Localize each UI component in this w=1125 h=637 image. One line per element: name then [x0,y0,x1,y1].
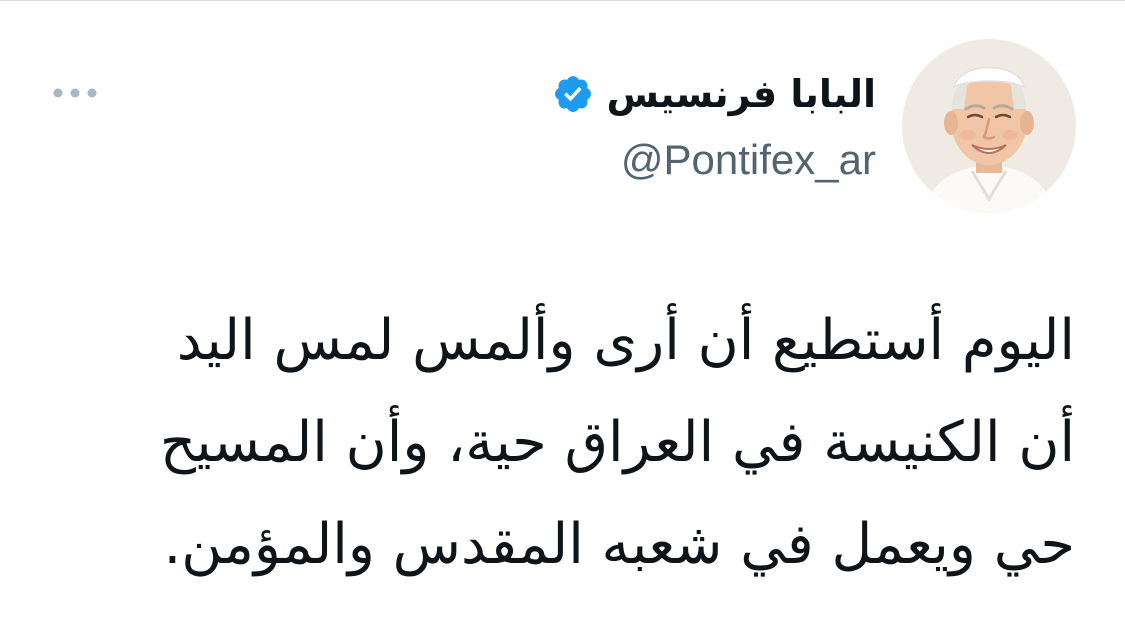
more-horizontal-icon [53,88,97,98]
author-name-row[interactable]: البابا فرنسيس [552,66,876,122]
author-display-name[interactable]: البابا فرنسيس [606,66,876,122]
tweet-line: أن الكنيسة في العراق حية، وأن المسيح [159,410,1075,475]
tweet-text: اليوم أستطيع أن أرى وألمس لمس اليد أن ال… [55,290,1075,596]
more-options-button[interactable] [50,78,100,108]
avatar-portrait [902,39,1076,213]
avatar[interactable] [902,39,1076,213]
top-divider [0,0,1125,1]
tweet-line: حي ويعمل في شعبه المقدس والمؤمن. [163,512,1075,577]
author-handle[interactable]: @Pontifex_ar [621,132,876,188]
verified-badge-icon [555,76,592,112]
tweet-line: اليوم أستطيع أن أرى وألمس لمس اليد [176,308,1075,373]
